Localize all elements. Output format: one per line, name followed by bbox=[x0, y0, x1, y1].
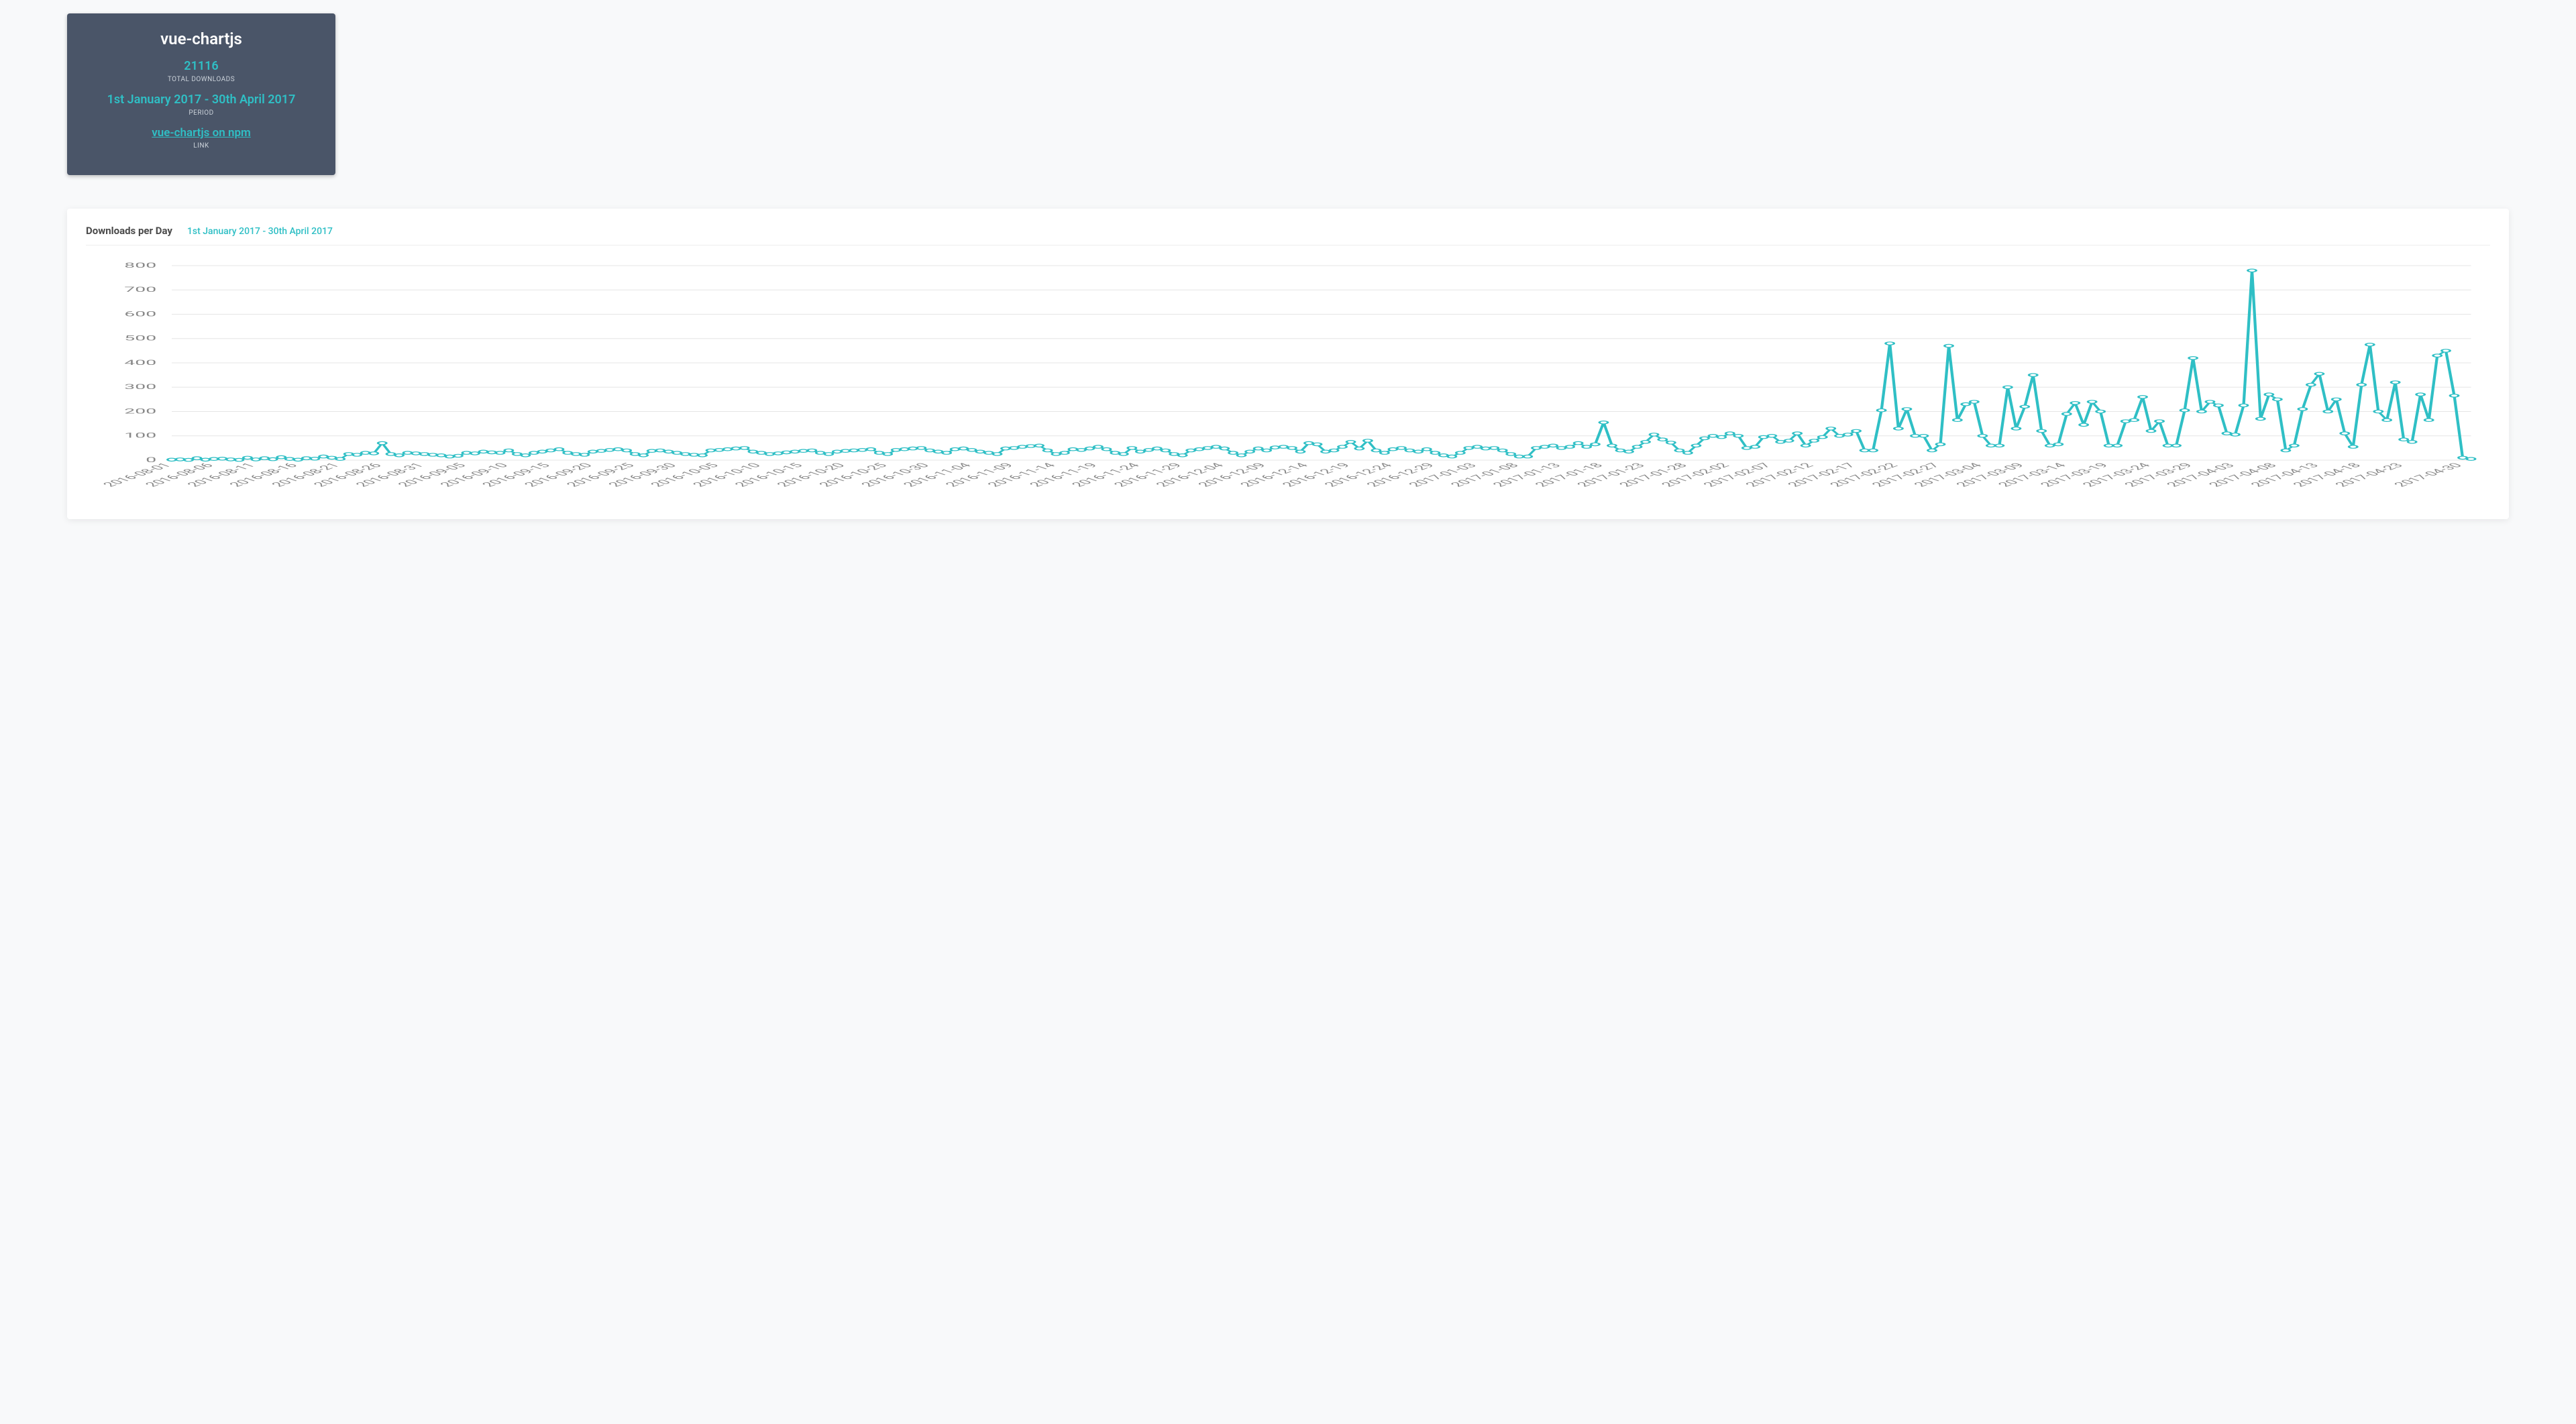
svg-text:500: 500 bbox=[124, 335, 156, 343]
svg-text:400: 400 bbox=[124, 359, 156, 367]
svg-text:300: 300 bbox=[124, 383, 156, 391]
svg-text:100: 100 bbox=[124, 432, 156, 440]
svg-text:800: 800 bbox=[124, 262, 156, 270]
total-downloads-label: TOTAL DOWNLOADS bbox=[80, 76, 322, 83]
period-value: 1st January 2017 - 30th April 2017 bbox=[80, 93, 322, 107]
link-label: LINK bbox=[80, 142, 322, 150]
package-title: vue-chartjs bbox=[80, 30, 322, 48]
npm-link[interactable]: vue-chartjs on npm bbox=[152, 126, 251, 140]
chart-period: 1st January 2017 - 30th April 2017 bbox=[187, 226, 333, 237]
chart-title: Downloads per Day bbox=[86, 225, 172, 237]
svg-text:700: 700 bbox=[124, 286, 156, 294]
svg-text:600: 600 bbox=[124, 311, 156, 319]
summary-card: vue-chartjs 21116 TOTAL DOWNLOADS 1st Ja… bbox=[67, 13, 335, 175]
svg-text:200: 200 bbox=[124, 408, 156, 416]
chart-header: Downloads per Day 1st January 2017 - 30t… bbox=[86, 225, 2490, 245]
total-downloads-value: 21116 bbox=[80, 59, 322, 73]
period-label: PERIOD bbox=[80, 109, 322, 117]
chart-card: Downloads per Day 1st January 2017 - 30t… bbox=[67, 209, 2509, 519]
downloads-line-chart: 01002003004005006007008002016-08-012016-… bbox=[86, 259, 2490, 500]
